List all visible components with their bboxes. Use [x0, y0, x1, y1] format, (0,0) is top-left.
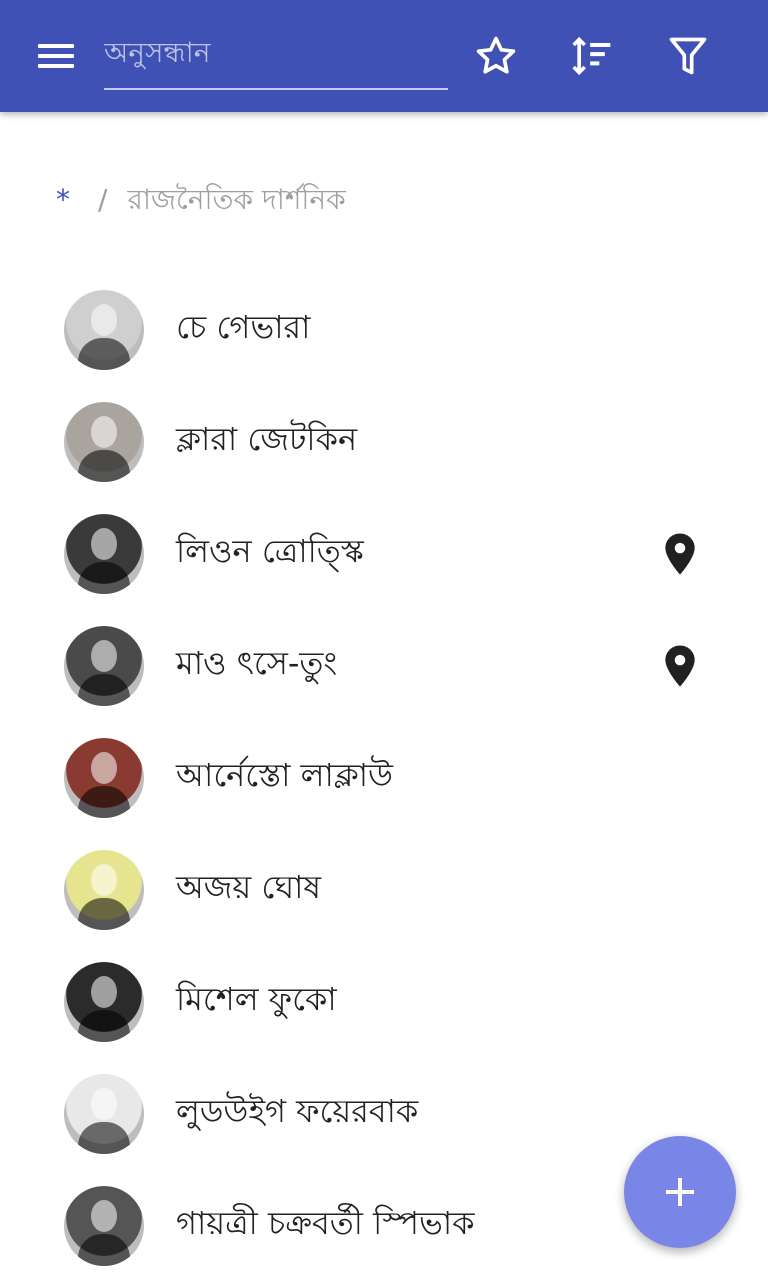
- menu-icon[interactable]: [28, 34, 84, 78]
- list-item-name: আর্নেস্তো লাক্লাউ: [176, 756, 393, 794]
- list-item[interactable]: মিশেল ফুকো: [0, 946, 768, 1058]
- list-item[interactable]: লিওন ত্রোত্স্কি: [0, 498, 768, 610]
- breadcrumb-current: রাজনৈতিক দার্শনিক: [127, 183, 346, 216]
- list-item-name: অজয় ঘোষ: [176, 868, 322, 906]
- filter-icon[interactable]: [662, 30, 714, 82]
- list-item-name: লুডউইগ ফয়েরবাক: [176, 1092, 419, 1130]
- list-item-name: মাও ৎসে-তুং: [176, 644, 338, 682]
- sort-icon[interactable]: [566, 30, 618, 82]
- location-pin-icon[interactable]: [662, 532, 698, 576]
- list-item[interactable]: ক্লারা জেটকিন: [0, 386, 768, 498]
- avatar: [64, 738, 144, 818]
- list-item[interactable]: মাও ৎসে-তুং: [0, 610, 768, 722]
- avatar: [64, 850, 144, 930]
- breadcrumb-root[interactable]: *: [56, 183, 70, 216]
- person-list: চে গেভারা ক্লারা জেটকিন লিওন ত্রোত্স্কি মাও…: [0, 274, 768, 1282]
- list-item-name: ক্লারা জেটকিন: [176, 420, 358, 458]
- avatar: [64, 962, 144, 1042]
- location-pin-icon[interactable]: [662, 644, 698, 688]
- list-item-name: চে গেভারা: [176, 308, 311, 346]
- list-item[interactable]: আর্নেস্তো লাক্লাউ: [0, 722, 768, 834]
- avatar: [64, 1186, 144, 1266]
- star-outline-icon[interactable]: [470, 30, 522, 82]
- breadcrumb: * / রাজনৈতিক দার্শনিক: [56, 178, 346, 225]
- list-item-name: মিশেল ফুকো: [176, 980, 337, 1018]
- add-button[interactable]: [624, 1136, 736, 1248]
- list-item-name: গায়ত্রী চক্রবর্তী স্পিভাক: [176, 1204, 475, 1242]
- breadcrumb-separator: /: [98, 183, 108, 216]
- avatar: [64, 626, 144, 706]
- avatar: [64, 402, 144, 482]
- avatar: [64, 1074, 144, 1154]
- avatar: [64, 290, 144, 370]
- app-toolbar: [0, 0, 768, 112]
- avatar: [64, 514, 144, 594]
- list-item[interactable]: অজয় ঘোষ: [0, 834, 768, 946]
- list-item[interactable]: চে গেভারা: [0, 274, 768, 386]
- search-input[interactable]: [104, 24, 448, 90]
- list-item-name: লিওন ত্রোত্স্কি: [176, 532, 364, 570]
